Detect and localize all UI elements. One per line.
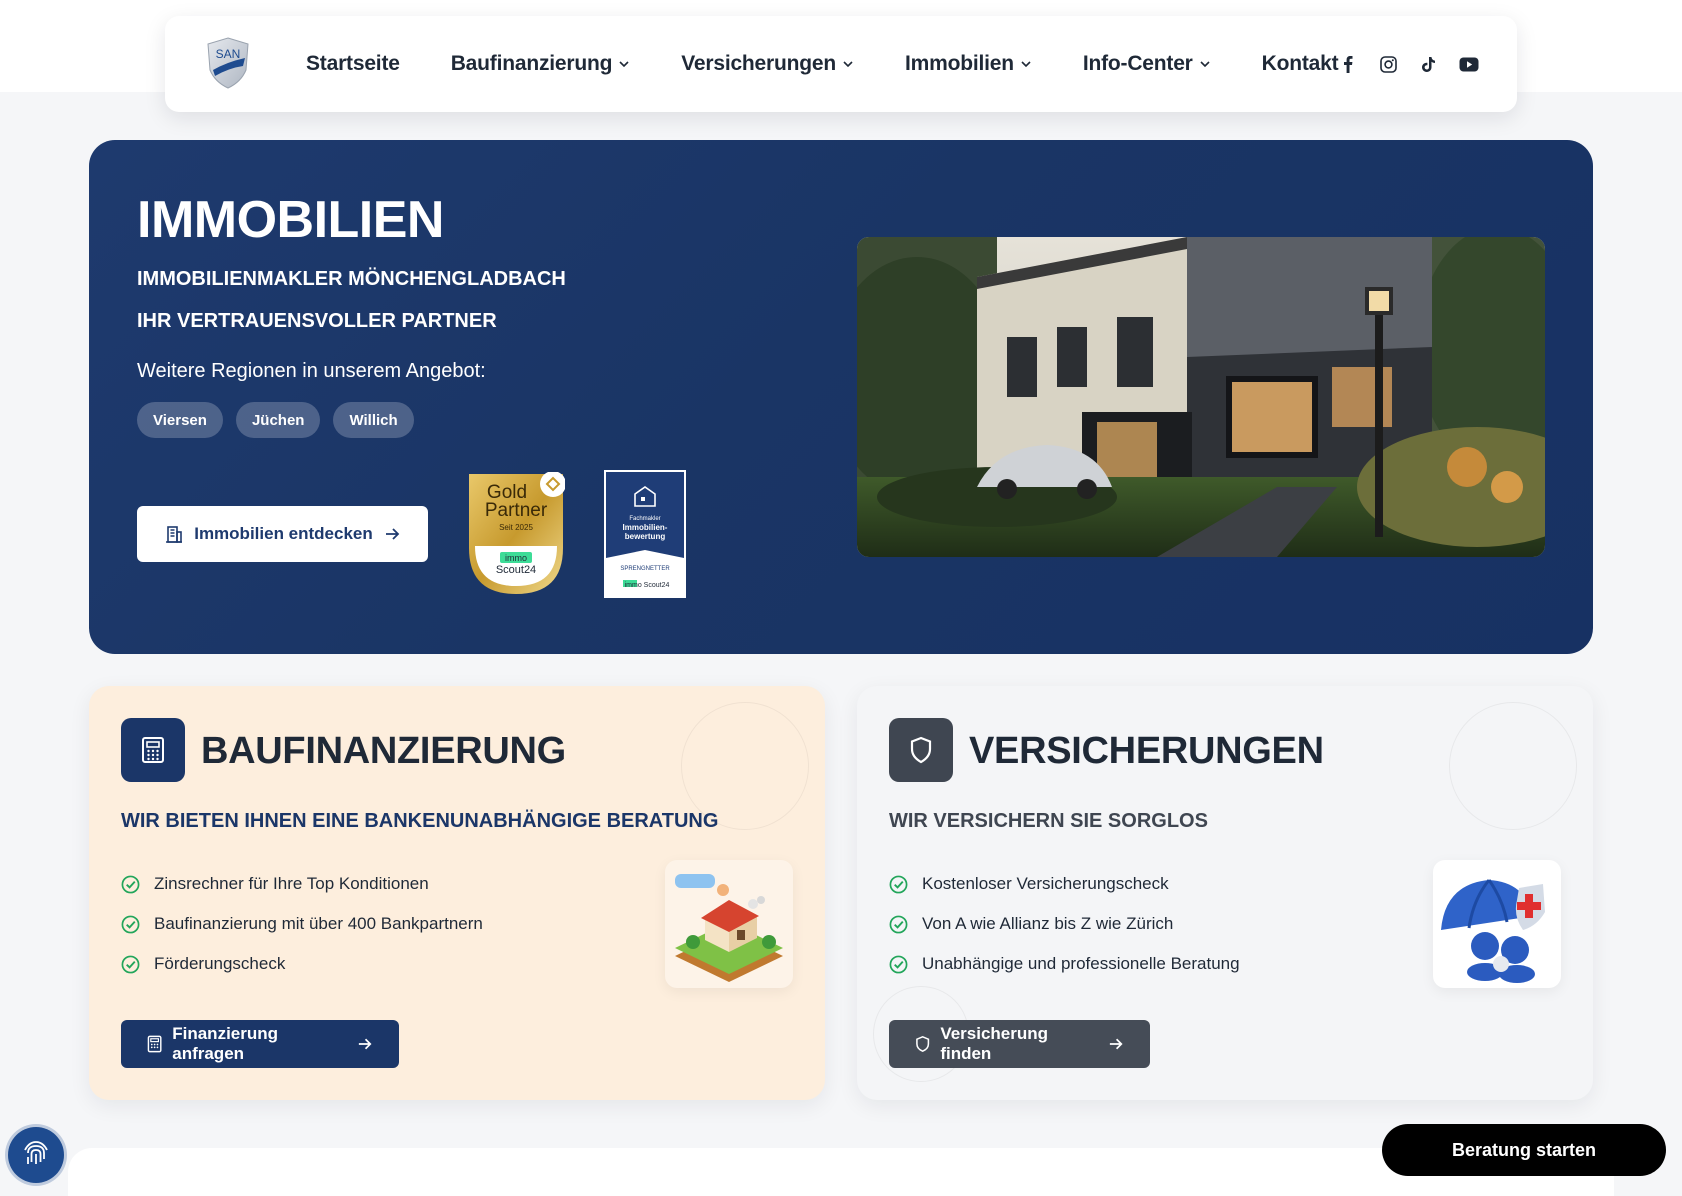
region-chip-viersen[interactable]: Viersen [137, 402, 223, 438]
card-subtitle: WIR VERSICHERN SIE SORGLOS [889, 810, 1208, 832]
calculator-icon [121, 718, 185, 782]
financing-request-button[interactable]: Finanzierung anfragen [121, 1020, 399, 1068]
baufinanzierung-card: BAUFINANZIERUNG WIR BIETEN IHNEN EINE BA… [89, 686, 825, 1100]
check-circle-icon [121, 875, 140, 893]
nav-item-label: Startseite [306, 52, 400, 75]
hero-subtitle: IMMOBILIENMAKLER MÖNCHENGLADBACH [137, 268, 566, 290]
hero-house-image [857, 237, 1545, 557]
svg-text:Partner: Partner [485, 500, 548, 521]
svg-text:SAN: SAN [216, 47, 241, 61]
nav-item-immobilien[interactable]: Immobilien [905, 52, 1032, 76]
gold-partner-badge: Gold Partner Seit 2025 immo Scout24 [467, 471, 566, 596]
nav-item-baufinanzierung[interactable]: Baufinanzierung [451, 52, 631, 76]
nav-item-label: Kontakt [1261, 52, 1339, 75]
nav-item-label: Info-Center [1082, 52, 1193, 75]
feature-label: Förderungscheck [154, 954, 286, 973]
social-links [1339, 16, 1479, 112]
check-circle-icon [889, 875, 908, 893]
financing-button-label: Finanzierung anfragen [172, 1024, 279, 1063]
main-navigation: SAN Startseite Baufinanzierung Versicher… [165, 16, 1517, 112]
calculator-icon [147, 1035, 162, 1053]
chevron-down-icon [843, 61, 853, 68]
arrow-right-icon [385, 528, 400, 540]
check-circle-icon [121, 915, 140, 933]
svg-text:Scout24: Scout24 [496, 564, 536, 576]
accessibility-fingerprint-button[interactable] [8, 1127, 64, 1183]
versicherungen-card: VERSICHERUNGEN WIR VERSICHERN SIE SORGLO… [857, 686, 1593, 1100]
house-illustration [665, 860, 793, 988]
insurance-umbrella-illustration [1433, 860, 1561, 988]
chevron-down-icon [1021, 61, 1031, 68]
fingerprint-icon [24, 1141, 48, 1164]
shield-icon [916, 1035, 930, 1053]
feature-item: Von A wie Allianz bis Z wie Zürich [889, 914, 1173, 934]
region-chip-willich[interactable]: Willich [333, 402, 414, 438]
consultation-button-label: Beratung starten [1451, 1139, 1597, 1160]
svg-text:immo: immo [505, 553, 527, 563]
feature-label: Von A wie Allianz bis Z wie Zürich [922, 914, 1174, 933]
chevron-down-icon [1200, 61, 1210, 68]
start-consultation-button[interactable]: Beratung starten [1382, 1124, 1666, 1176]
regions-label: Weitere Regionen in unserem Angebot: [137, 360, 486, 382]
svg-text:Fachmakler: Fachmakler [629, 516, 660, 522]
feature-item: Förderungscheck [121, 954, 285, 974]
arrow-right-icon [1109, 1038, 1123, 1050]
card-title: VERSICHERUNGEN [969, 730, 1324, 772]
chevron-down-icon [619, 61, 629, 68]
insurance-find-button[interactable]: Versicherung finden [889, 1020, 1150, 1068]
feature-item: Baufinanzierung mit über 400 Bankpartner… [121, 914, 483, 934]
nav-item-versicherungen[interactable]: Versicherungen [681, 52, 854, 76]
svg-text:Immobilien-: Immobilien- [623, 523, 668, 532]
arrow-right-icon [358, 1038, 372, 1050]
svg-text:bewertung: bewertung [625, 532, 666, 541]
insurance-button-label: Versicherung finden [940, 1024, 1049, 1063]
nav-item-info-center[interactable]: Info-Center [1083, 52, 1211, 76]
nav-links: Startseite Baufinanzierung Versicherunge… [306, 16, 1339, 112]
nav-item-label: Baufinanzierung [450, 52, 613, 75]
feature-label: Zinsrechner für Ihre Top Konditionen [154, 874, 429, 893]
feature-label: Kostenloser Versicherungscheck [922, 874, 1169, 893]
hero-tagline: IHR VERTRAUENSVOLLER PARTNER [137, 310, 497, 332]
discover-properties-button[interactable]: Immobilien entdecken [137, 506, 428, 562]
svg-text:immo Scout24: immo Scout24 [625, 582, 670, 589]
facebook-icon[interactable] [1339, 55, 1357, 73]
sprengnetter-badge: Fachmakler Immobilien- bewertung SPRENGN… [604, 470, 686, 598]
nav-item-label: Immobilien [905, 52, 1014, 75]
building-icon [166, 526, 183, 543]
region-chips: Viersen Jüchen Willich [137, 402, 414, 438]
feature-label: Unabhängige und professionelle Beratung [922, 954, 1240, 973]
check-circle-icon [121, 955, 140, 973]
card-title: BAUFINANZIERUNG [201, 730, 566, 772]
nav-item-startseite[interactable]: Startseite [306, 52, 400, 76]
hero-title: IMMOBILIEN [137, 191, 444, 249]
discover-button-label: Immobilien entdecken [194, 524, 373, 543]
feature-label: Baufinanzierung mit über 400 Bankpartner… [154, 914, 483, 933]
feature-item: Kostenloser Versicherungscheck [889, 874, 1169, 894]
check-circle-icon [889, 955, 908, 973]
check-circle-icon [889, 915, 908, 933]
svg-text:SPRENGNETTER: SPRENGNETTER [620, 566, 670, 572]
decorative-circle [1449, 702, 1577, 830]
san-logo[interactable]: SAN [205, 36, 251, 90]
svg-text:Seit 2025: Seit 2025 [499, 523, 533, 532]
instagram-icon[interactable] [1379, 55, 1397, 73]
nav-item-label: Versicherungen [681, 52, 836, 75]
feature-item: Unabhängige und professionelle Beratung [889, 954, 1240, 974]
feature-item: Zinsrechner für Ihre Top Konditionen [121, 874, 429, 894]
tiktok-icon[interactable] [1419, 55, 1437, 73]
region-chip-juechen[interactable]: Jüchen [235, 402, 321, 438]
card-subtitle: WIR BIETEN IHNEN EINE BANKENUNABHÄNGIGE … [121, 810, 719, 832]
hero-section: IMMOBILIEN IMMOBILIENMAKLER MÖNCHENGLADB… [89, 140, 1593, 654]
nav-item-kontakt[interactable]: Kontakt [1262, 52, 1339, 76]
youtube-icon[interactable] [1459, 55, 1479, 73]
shield-icon [889, 718, 953, 782]
